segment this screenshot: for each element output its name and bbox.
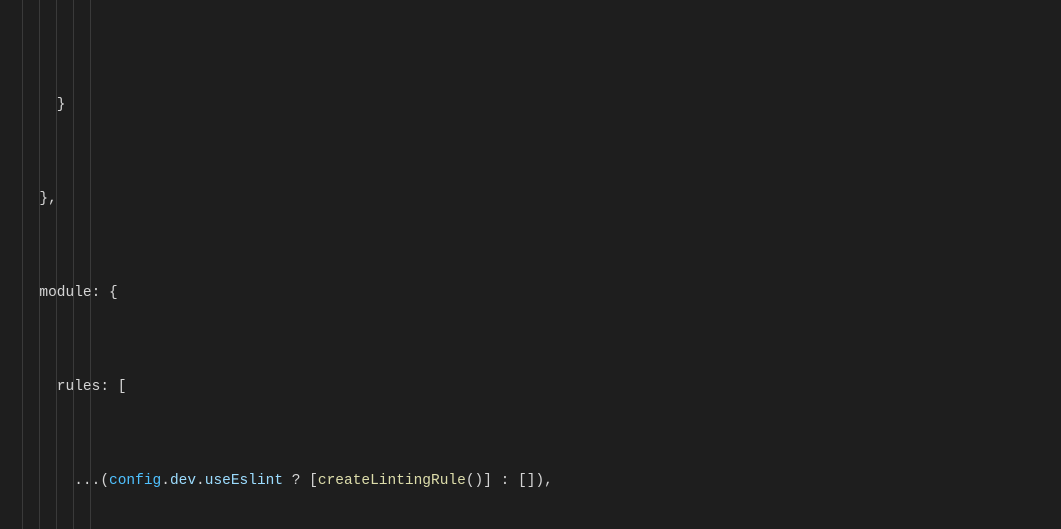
member: useEslint	[205, 473, 283, 489]
code-token: ? [	[283, 473, 318, 489]
indent-guides	[22, 0, 57, 529]
code-line[interactable]: rules: [	[14, 376, 1061, 400]
code-line[interactable]: },	[14, 188, 1061, 212]
property-key: rules	[22, 379, 100, 395]
code-token: : {	[92, 285, 118, 301]
property-key: module	[22, 285, 92, 301]
code-token: : [	[100, 379, 126, 395]
code-token: },	[22, 191, 57, 207]
code-token: .	[161, 473, 170, 489]
code-token: }	[22, 97, 66, 113]
code-token: .	[196, 473, 205, 489]
code-token: ...(	[22, 473, 109, 489]
variable: config	[109, 473, 161, 489]
code-line[interactable]: module: {	[14, 282, 1061, 306]
code-line[interactable]: }	[14, 94, 1061, 118]
function-call: createLintingRule	[318, 473, 466, 489]
code-line[interactable]: ...(config.dev.useEslint ? [createLintin…	[14, 470, 1061, 494]
code-editor[interactable]: } }, module: { rules: [ ...(config.dev.u…	[0, 0, 1061, 529]
code-token: ()] : []),	[466, 473, 553, 489]
member: dev	[170, 473, 196, 489]
